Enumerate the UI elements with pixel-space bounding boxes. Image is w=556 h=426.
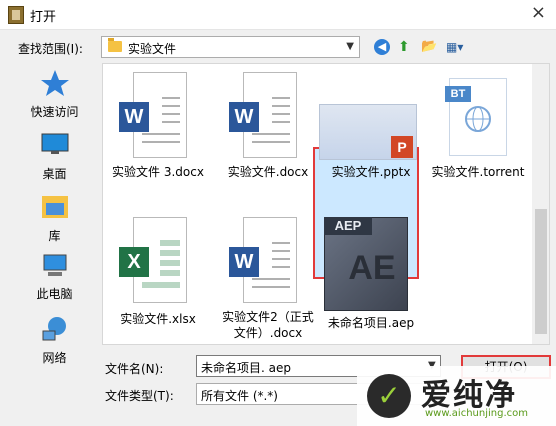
word-icon: W <box>229 247 259 277</box>
place-desktop[interactable]: 桌面 <box>10 129 99 185</box>
file-name: 未命名项目.aep <box>327 316 415 330</box>
file-item-selected[interactable]: AEP AE 未命名项目.aep <box>316 209 426 339</box>
lookin-label: 查找范围(I): <box>18 42 83 56</box>
folder-icon <box>108 38 122 52</box>
new-folder-icon[interactable]: 📂 <box>421 39 439 56</box>
place-quick-access[interactable]: 快速访问 <box>10 67 99 123</box>
up-folder-icon[interactable]: ⬆ <box>398 39 414 56</box>
window-title: 打开 <box>30 10 57 25</box>
watermark: ✓ 爱纯净 www.aichunjing.com <box>357 366 556 426</box>
library-icon <box>40 193 70 219</box>
network-icon <box>40 315 70 341</box>
filename-label: 文件名(N): <box>105 362 164 376</box>
file-name: 实验文件.xlsx <box>120 312 196 326</box>
place-label: 库 <box>48 229 61 243</box>
place-label: 快速访问 <box>30 105 79 119</box>
star-icon <box>40 69 70 96</box>
vertical-scrollbar[interactable] <box>532 64 549 344</box>
file-item[interactable]: X 实验文件.xlsx <box>103 209 213 339</box>
file-name: 实验文件.pptx <box>331 165 411 179</box>
file-item[interactable]: BT 实验文件.torrent <box>423 64 533 189</box>
computer-icon <box>40 253 70 279</box>
file-item[interactable]: W 实验文件 3.docx <box>103 64 213 189</box>
aep-badge: AEP <box>324 217 372 235</box>
ae-logo-text: AE <box>348 249 396 287</box>
excel-icon: X <box>119 247 149 277</box>
back-icon[interactable]: ◀ <box>374 39 390 55</box>
place-library[interactable]: 库 <box>10 191 99 247</box>
place-label: 此电脑 <box>36 287 73 301</box>
place-network[interactable]: 网络 <box>10 313 99 369</box>
app-icon <box>8 6 24 24</box>
places-bar: 快速访问 桌面 库 此电脑 网络 <box>10 63 99 365</box>
file-name: 实验文件.docx <box>227 165 309 179</box>
filetype-value: 所有文件 (*.*) <box>201 389 278 403</box>
place-this-pc[interactable]: 此电脑 <box>10 249 99 305</box>
bt-badge: BT <box>445 86 471 102</box>
file-item[interactable]: W 实验文件.docx <box>213 64 323 189</box>
file-list[interactable]: W 实验文件 3.docx W 实验文件.docx P 实验文件.pptx BT… <box>102 63 550 345</box>
word-icon: W <box>229 102 259 132</box>
powerpoint-icon: P <box>391 136 413 158</box>
close-icon[interactable]: × <box>531 2 546 23</box>
file-name: 实验文件.torrent <box>431 165 525 179</box>
file-name-line2: 文件）.docx <box>233 326 303 340</box>
place-label: 桌面 <box>42 167 67 181</box>
file-item[interactable]: P 实验文件.pptx <box>316 64 426 189</box>
chevron-down-icon: ▼ <box>346 41 354 52</box>
watermark-logo-icon: ✓ <box>367 374 411 418</box>
desktop-icon <box>40 133 70 159</box>
watermark-url: www.aichunjing.com <box>425 408 528 419</box>
scrollbar-thumb[interactable] <box>535 209 547 334</box>
word-icon: W <box>119 102 149 132</box>
filename-value: 未命名项目. aep <box>201 361 291 375</box>
view-menu-icon[interactable]: ▦▾ <box>446 39 470 56</box>
lookin-dropdown[interactable]: 实验文件 ▼ <box>101 36 360 58</box>
file-name-line1: 实验文件2（正式 <box>222 310 314 324</box>
file-name: 实验文件 3.docx <box>112 165 204 179</box>
file-item[interactable]: W 实验文件2（正式 文件）.docx <box>213 209 323 340</box>
place-label: 网络 <box>42 351 67 365</box>
lookin-value: 实验文件 <box>128 42 177 56</box>
title-bar: 打开 × <box>0 0 556 30</box>
filetype-label: 文件类型(T): <box>105 389 174 403</box>
